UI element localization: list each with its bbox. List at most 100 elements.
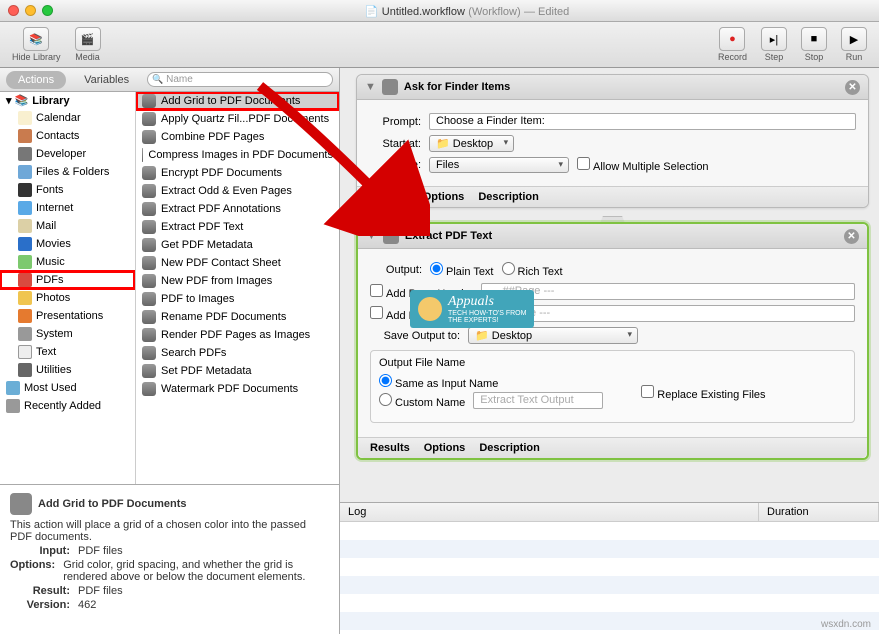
action-item[interactable]: Get PDF Metadata (136, 236, 339, 254)
action-icon (142, 274, 156, 288)
action-item[interactable]: Search PDFs (136, 344, 339, 362)
page-header-checkbox[interactable]: Add Page Header (370, 284, 473, 300)
run-button[interactable]: ▶Run (841, 27, 867, 62)
options-tab[interactable]: Options (424, 442, 466, 454)
action-item[interactable]: Watermark PDF Documents (136, 380, 339, 398)
footer-input[interactable]: --- ##Page --- (477, 305, 855, 322)
action-info-pane: Add Grid to PDF Documents This action wi… (0, 484, 339, 634)
pdf-icon (10, 493, 32, 515)
action-icon (142, 202, 156, 216)
collapse-icon[interactable]: ▼ (365, 81, 376, 93)
tree-system[interactable]: System (0, 325, 135, 343)
tree-music[interactable]: Music (0, 253, 135, 271)
stop-button[interactable]: ■Stop (801, 27, 827, 62)
tree-developer[interactable]: Developer (0, 145, 135, 163)
prompt-input[interactable]: Choose a Finder Item: (429, 113, 856, 130)
collapse-icon[interactable]: ▼ (366, 230, 377, 242)
action-icon (142, 94, 156, 108)
tree-fonts[interactable]: Fonts (0, 181, 135, 199)
library-tree: ▾ 📚 Library Calendar Contacts Developer … (0, 92, 136, 484)
action-item[interactable]: Extract PDF Text (136, 218, 339, 236)
page-footer-checkbox[interactable]: Add Page Footer (370, 306, 469, 322)
workflow-action-extract-pdf: ▼ Extract PDF Text ✕ Output: Plain Text … (356, 222, 869, 460)
output-filename-label: Output File Name (379, 357, 846, 369)
action-item[interactable]: Compress Images in PDF Documents (136, 146, 339, 164)
action-item[interactable]: Extract Odd & Even Pages (136, 182, 339, 200)
step-button[interactable]: ▸|Step (761, 27, 787, 62)
zoom-window-button[interactable] (42, 5, 53, 16)
search-input[interactable]: Name (147, 72, 333, 87)
action-icon (142, 184, 156, 198)
action-icon (142, 148, 143, 162)
type-select[interactable]: Files (429, 157, 569, 173)
results-tab[interactable]: Results (369, 191, 409, 203)
action-icon (142, 328, 156, 342)
tree-pdfs[interactable]: PDFs (0, 271, 135, 289)
remove-action-button[interactable]: ✕ (845, 80, 860, 95)
rich-text-radio[interactable]: Rich Text (502, 262, 563, 278)
remove-action-button[interactable]: ✕ (844, 229, 859, 244)
results-tab[interactable]: Results (370, 442, 410, 454)
description-tab[interactable]: Description (478, 191, 539, 203)
allow-multiple-checkbox[interactable]: Allow Multiple Selection (577, 157, 709, 173)
action-item[interactable]: Render PDF Pages as Images (136, 326, 339, 344)
action-item[interactable]: PDF to Images (136, 290, 339, 308)
custom-name-input[interactable]: Extract Text Output (473, 392, 603, 409)
tree-utilities[interactable]: Utilities (0, 361, 135, 379)
finder-icon (382, 79, 398, 95)
source-watermark: wsxdn.com (821, 619, 871, 630)
tree-contacts[interactable]: Contacts (0, 127, 135, 145)
library-root[interactable]: ▾ 📚 Library (0, 92, 135, 109)
action-item[interactable]: New PDF Contact Sheet (136, 254, 339, 272)
description-tab[interactable]: Description (479, 442, 540, 454)
window-title-bar: 📄 Untitled.workflow (Workflow) — Edited (0, 0, 879, 22)
window-title: 📄 Untitled.workflow (Workflow) — Edited (63, 4, 871, 18)
same-name-radio[interactable]: Same as Input Name (379, 378, 498, 390)
header-input[interactable]: --- ##Page --- (481, 283, 855, 300)
tree-text[interactable]: Text (0, 343, 135, 361)
action-icon (142, 130, 156, 144)
action-item[interactable]: Set PDF Metadata (136, 362, 339, 380)
action-icon (142, 346, 156, 360)
tree-internet[interactable]: Internet (0, 199, 135, 217)
custom-name-radio[interactable]: Custom Name (379, 393, 465, 409)
action-item[interactable]: Add Grid to PDF Documents (136, 92, 339, 110)
action-item[interactable]: Combine PDF Pages (136, 128, 339, 146)
log-column-header[interactable]: Log (340, 503, 759, 521)
options-tab[interactable]: Options (423, 191, 465, 203)
tree-photos[interactable]: Photos (0, 289, 135, 307)
action-item[interactable]: Extract PDF Annotations (136, 200, 339, 218)
log-pane: Log Duration (340, 502, 879, 634)
tree-most-used[interactable]: Most Used (0, 379, 135, 397)
action-header[interactable]: ▼ Ask for Finder Items ✕ (357, 75, 868, 100)
action-header[interactable]: ▼ Extract PDF Text ✕ (358, 224, 867, 249)
action-icon (142, 310, 156, 324)
start-at-select[interactable]: 📁 Desktop (429, 135, 514, 152)
close-window-button[interactable] (8, 5, 19, 16)
duration-column-header[interactable]: Duration (759, 503, 879, 521)
plain-text-radio[interactable]: Plain Text (430, 262, 494, 278)
hide-library-button[interactable]: 📚Hide Library (12, 27, 61, 62)
info-title: Add Grid to PDF Documents (10, 493, 329, 515)
tree-recently-added[interactable]: Recently Added (0, 397, 135, 415)
action-icon (142, 238, 156, 252)
action-item[interactable]: New PDF from Images (136, 272, 339, 290)
record-button[interactable]: ●Record (718, 27, 747, 62)
tree-movies[interactable]: Movies (0, 235, 135, 253)
save-output-select[interactable]: 📁 Desktop (468, 327, 638, 344)
tab-variables[interactable]: Variables (72, 71, 141, 89)
tab-actions[interactable]: Actions (6, 71, 66, 89)
action-item[interactable]: Encrypt PDF Documents (136, 164, 339, 182)
replace-checkbox[interactable]: Replace Existing Files (641, 389, 765, 401)
tree-files-folders[interactable]: Files & Folders (0, 163, 135, 181)
action-item[interactable]: Apply Quartz Fil...PDF Documents (136, 110, 339, 128)
tree-calendar[interactable]: Calendar (0, 109, 135, 127)
workflow-action-ask-finder: ▼ Ask for Finder Items ✕ Prompt:Choose a… (356, 74, 869, 208)
tree-mail[interactable]: Mail (0, 217, 135, 235)
media-button[interactable]: 🎬Media (75, 27, 101, 62)
info-description: This action will place a grid of a chose… (10, 519, 329, 543)
action-item[interactable]: Rename PDF Documents (136, 308, 339, 326)
tree-presentations[interactable]: Presentations (0, 307, 135, 325)
minimize-window-button[interactable] (25, 5, 36, 16)
action-icon (142, 112, 156, 126)
